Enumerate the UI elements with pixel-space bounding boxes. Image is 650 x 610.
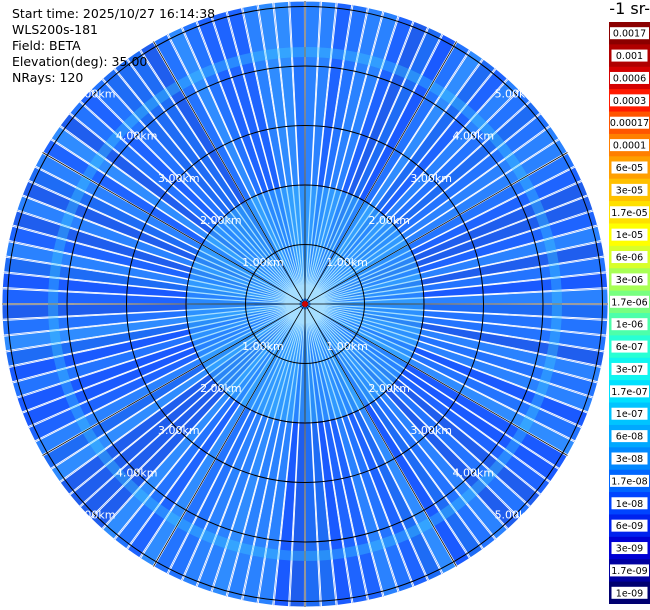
colorbar-tick-label: 0.0017 <box>613 29 646 40</box>
colorbar-tick-label: 0.0001 <box>613 141 646 152</box>
colorbar-tick-label: 1.7e-05 <box>611 208 647 219</box>
colorbar-tick-label: 6e-05 <box>616 163 643 174</box>
colorbar-tick-label: 3e-09 <box>616 544 643 555</box>
range-label: 5.00km <box>495 88 537 101</box>
range-label: 4.00km <box>116 466 158 479</box>
range-label: 3.00km <box>410 424 452 437</box>
range-label: 1.00km <box>326 256 368 269</box>
range-label: 1.00km <box>242 340 284 353</box>
colorbar-tick-label: 6e-09 <box>616 521 643 532</box>
start-time-label: Start time: 2025/10/27 16:14:38 <box>12 6 216 21</box>
instrument-location-marker <box>302 301 308 307</box>
colorbar-tick-label: 6e-08 <box>616 432 643 443</box>
colorbar-tick-label: 1e-06 <box>616 320 643 331</box>
range-label: 5.00km <box>74 88 116 101</box>
nrays-label: NRays: 120 <box>12 70 84 85</box>
colorbar-tick-label: 1.7e-06 <box>611 297 647 308</box>
range-label: 4.00km <box>453 130 495 143</box>
colorbar-tick-label: 0.001 <box>616 51 643 62</box>
colorbar-title: -1 sr- <box>609 0 650 18</box>
range-label: 5.00km <box>74 508 116 521</box>
colorbar-tick-label: 3e-05 <box>616 185 643 196</box>
colorbar: 0.0017 0.001 0.0006 0.0003 0.00017 0.0001 6e-0… <box>609 22 650 604</box>
colorbar-tick-label: 3e-08 <box>616 454 643 465</box>
range-label: 1.00km <box>326 340 368 353</box>
field-label: Field: BETA <box>12 38 81 53</box>
range-label: 2.00km <box>368 214 410 227</box>
colorbar-tick-label: 1e-05 <box>616 230 643 241</box>
colorbar-tick-label: 0.00017 <box>610 118 649 129</box>
range-label: 5.00km <box>495 508 537 521</box>
colorbar-tick-label: 1e-07 <box>616 409 643 420</box>
colorbar-tick-label: 6e-06 <box>616 253 643 264</box>
instrument-label: WLS200s-181 <box>12 22 98 37</box>
colorbar-tick-label: 6e-07 <box>616 342 643 353</box>
range-label: 1.00km <box>242 256 284 269</box>
colorbar-tick-label: 1.7e-09 <box>611 566 647 577</box>
range-label: 2.00km <box>200 214 242 227</box>
range-label: 2.00km <box>368 382 410 395</box>
colorbar-tick-label: 1e-09 <box>616 588 643 599</box>
colorbar-tick-label: 3e-07 <box>616 364 643 375</box>
range-label: 4.00km <box>453 466 495 479</box>
range-label: 2.00km <box>200 382 242 395</box>
colorbar-tick-label: 0.0003 <box>613 96 646 107</box>
colorbar-tick-label: 3e-06 <box>616 275 643 286</box>
colorbar-tick-label: 1e-08 <box>616 499 643 510</box>
colorbar-tick-label: 0.0006 <box>613 73 646 84</box>
range-label: 4.00km <box>116 130 158 143</box>
range-label: 3.00km <box>410 172 452 185</box>
range-label: 3.00km <box>158 424 200 437</box>
elevation-label: Elevation(deg): 35.00 <box>12 54 148 69</box>
colorbar-tick-label: 1.7e-08 <box>611 476 647 487</box>
ppi-plot: 1.00km 1.00km 1.00km 1.00km 2.00km 2.00km 2.00… <box>1 0 609 608</box>
range-label: 3.00km <box>158 172 200 185</box>
colorbar-tick-label: 1.7e-07 <box>611 387 647 398</box>
